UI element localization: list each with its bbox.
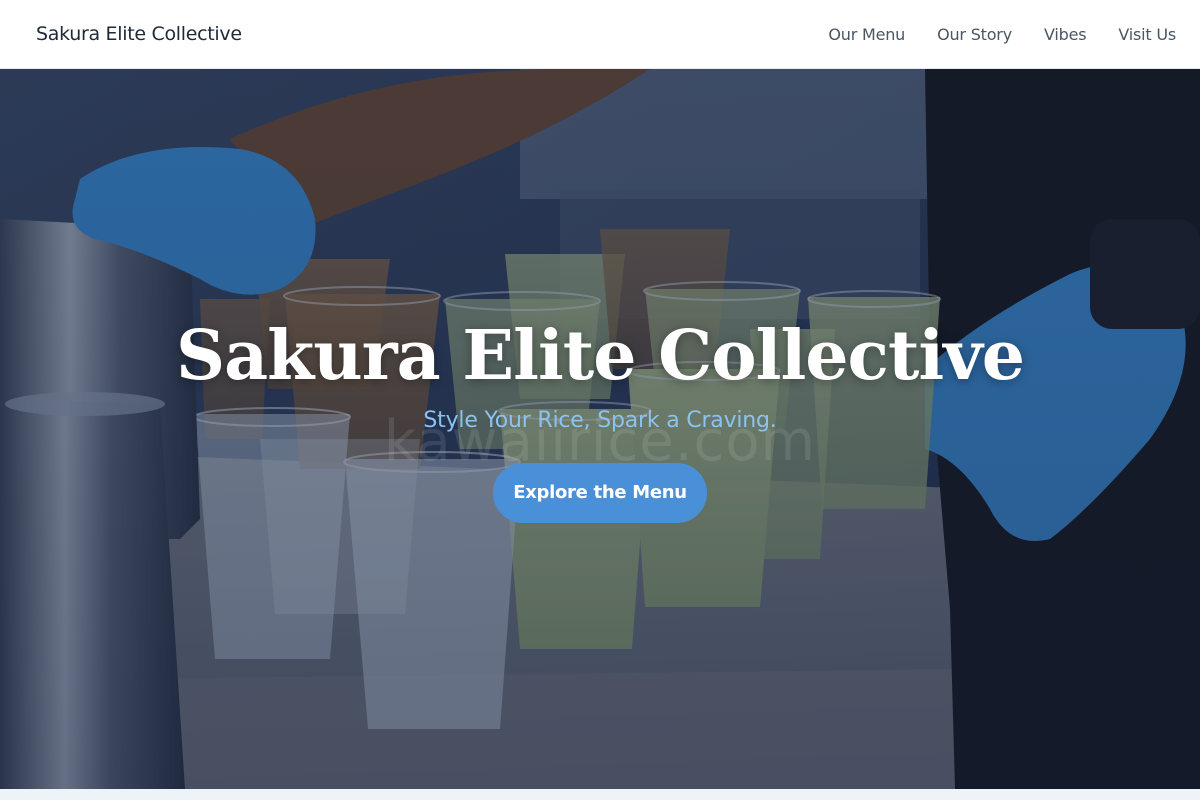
nav-link-our-story[interactable]: Our Story [937, 25, 1012, 44]
nav-link-vibes[interactable]: Vibes [1044, 25, 1087, 44]
top-navbar: Sakura Elite Collective Our Menu Our Sto… [0, 0, 1200, 69]
hero-content: Sakura Elite Collective Style Your Rice,… [0, 319, 1200, 523]
next-section-edge [0, 789, 1200, 800]
explore-menu-button[interactable]: Explore the Menu [493, 462, 707, 523]
nav-link-our-menu[interactable]: Our Menu [828, 25, 905, 44]
hero-section: kawaiirice.com Sakura Elite Collective S… [0, 69, 1200, 789]
hero-tagline: Style Your Rice, Spark a Craving. [423, 407, 777, 433]
primary-nav: Our Menu Our Story Vibes Visit Us [828, 25, 1176, 44]
hero-title: Sakura Elite Collective [176, 316, 1025, 396]
nav-link-visit-us[interactable]: Visit Us [1118, 25, 1176, 44]
brand-logo-link[interactable]: Sakura Elite Collective [36, 23, 242, 45]
